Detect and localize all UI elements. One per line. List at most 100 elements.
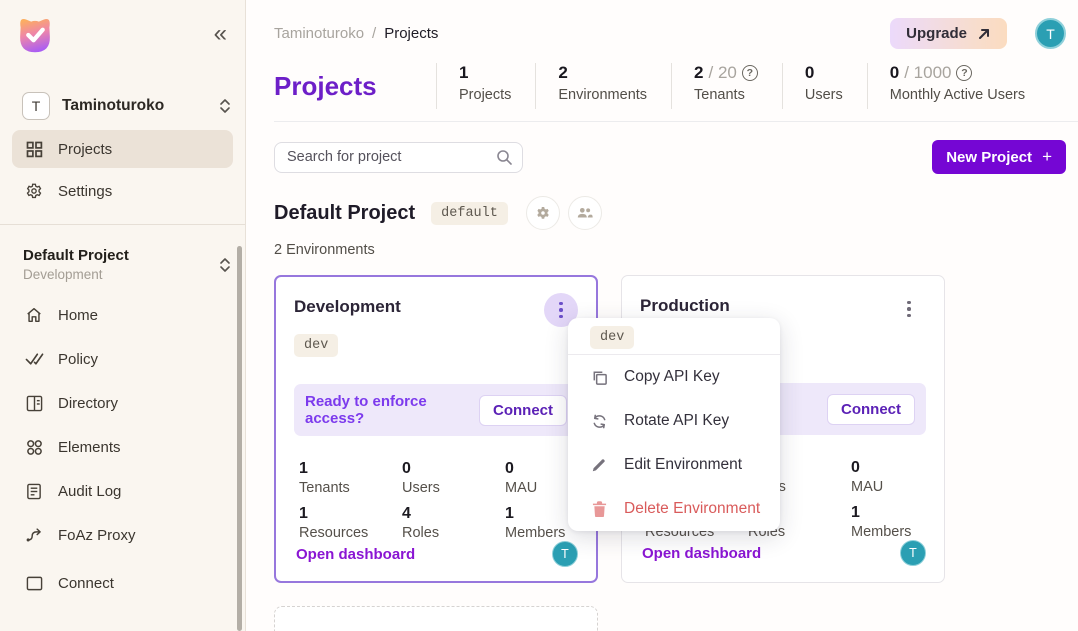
directory-card-icon [24, 393, 44, 413]
stat-tenants: 2 / 20 ? Tenants [671, 63, 782, 109]
sidebar-item-label: Home [58, 307, 98, 324]
open-dashboard-link[interactable]: Open dashboard [296, 546, 415, 563]
home-icon [24, 305, 44, 325]
enforce-access-banner: Ready to enforce access? Connect [294, 384, 578, 436]
sidebar-item-label: Directory [58, 395, 118, 412]
sidebar-item-home[interactable]: Home [12, 294, 233, 336]
user-avatar[interactable]: T [1035, 18, 1066, 49]
workspace-name: Taminoturoko [62, 97, 207, 115]
stat-mau: 0 / 1000 ? Monthly Active Users [867, 63, 1049, 109]
project-key-tag: default [431, 202, 508, 225]
new-project-button[interactable]: New Project + [932, 140, 1066, 174]
copy-icon [589, 367, 609, 387]
double-check-icon [24, 349, 44, 369]
menu-item-label: Edit Environment [624, 456, 742, 474]
sidebar-divider [0, 224, 245, 225]
chevron-updown-icon [219, 257, 231, 273]
plus-icon: + [1042, 147, 1052, 167]
sidebar-collapse-icon[interactable]: « [214, 22, 225, 46]
terminal-icon [24, 573, 44, 593]
elements-circles-icon [24, 437, 44, 457]
stat-cell: 1Tenants [299, 460, 402, 496]
stat-cell: 4Roles [402, 505, 505, 541]
stat-users: 0 Users [782, 63, 867, 109]
search-input[interactable] [274, 142, 523, 173]
connect-button[interactable]: Connect [479, 395, 567, 426]
sidebar-item-label: FoAz Proxy [58, 527, 136, 544]
menu-item-copy-api-key[interactable]: Copy API Key [568, 355, 780, 399]
environment-card-development[interactable]: Development dev Ready to enforce access?… [274, 275, 598, 583]
stat-cell: 1Members [851, 504, 926, 540]
upgrade-label: Upgrade [906, 25, 967, 42]
environment-key-tag: dev [294, 334, 338, 357]
member-avatar[interactable]: T [900, 540, 926, 566]
sidebar-item-connect[interactable]: Connect [12, 562, 233, 604]
project-switcher-name: Default Project [23, 247, 219, 264]
external-arrow-icon [977, 27, 991, 41]
stat-label: Environments [558, 87, 647, 103]
banner-text: Ready to enforce access? [305, 393, 479, 427]
stat-projects: 1 Projects [436, 63, 535, 109]
help-icon[interactable]: ? [956, 65, 972, 81]
sidebar-item-policy[interactable]: Policy [12, 338, 233, 380]
breadcrumb-current: Projects [384, 25, 438, 42]
stats-header: Projects 1 Projects 2 Environments 2 / 2… [274, 63, 1078, 109]
permit-logo-icon [12, 12, 58, 58]
project-settings-button[interactable] [526, 196, 560, 230]
sidebar-item-audit-log[interactable]: Audit Log [12, 470, 233, 512]
open-dashboard-link[interactable]: Open dashboard [642, 545, 761, 562]
kebab-menu-button[interactable] [892, 292, 926, 326]
sidebar-item-label: Policy [58, 351, 98, 368]
environment-count: 2 Environments [274, 242, 1078, 258]
environment-title: Development [294, 297, 401, 317]
stat-label: Users [805, 87, 843, 103]
menu-item-edit-environment[interactable]: Edit Environment [568, 443, 780, 487]
help-icon[interactable]: ? [742, 65, 758, 81]
sidebar-item-elements[interactable]: Elements [12, 426, 233, 468]
connect-button[interactable]: Connect [827, 394, 915, 425]
project-members-button[interactable] [568, 196, 602, 230]
breadcrumb-workspace[interactable]: Taminoturoko [274, 25, 364, 42]
menu-item-label: Delete Environment [624, 500, 760, 518]
sidebar-item-label: Connect [58, 575, 114, 592]
trash-icon [589, 499, 609, 519]
sidebar-scrollbar[interactable] [237, 246, 242, 631]
stat-label: Projects [459, 87, 511, 103]
sidebar-item-settings[interactable]: Settings [12, 172, 233, 210]
chevron-updown-icon [219, 98, 231, 114]
grid-icon [24, 139, 44, 159]
project-switcher-env: Development [23, 267, 219, 282]
new-environment-placeholder[interactable] [274, 606, 598, 631]
stat-value: 2 [558, 63, 567, 83]
stat-label: Monthly Active Users [890, 87, 1025, 103]
upgrade-button[interactable]: Upgrade [890, 18, 1007, 49]
sidebar-item-projects[interactable]: Projects [12, 130, 233, 168]
pencil-icon [589, 455, 609, 475]
projects-toolbar: New Project + [274, 140, 1066, 174]
stat-max: / 1000 [904, 63, 951, 83]
workspace-initial-badge: T [22, 92, 50, 120]
workspace-selector[interactable]: T Taminoturoko [22, 92, 231, 120]
menu-item-delete-environment[interactable]: Delete Environment [568, 487, 780, 531]
project-heading-row: Default Project default [274, 196, 1078, 230]
proxy-route-icon [24, 525, 44, 545]
new-project-label: New Project [946, 149, 1032, 166]
sidebar-item-foaz-proxy[interactable]: FoAz Proxy [12, 514, 233, 556]
member-avatar[interactable]: T [552, 541, 578, 567]
stat-cell: 0Users [402, 460, 505, 496]
menu-item-label: Copy API Key [624, 368, 720, 386]
topbar: Taminoturoko / Projects Upgrade T [274, 0, 1078, 49]
menu-env-tag: dev [590, 326, 634, 349]
environment-stats: 1Tenants 0Users 0MAU 1Resources 4Roles 1… [299, 460, 578, 541]
members-icon [576, 206, 594, 220]
stat-max: / 20 [709, 63, 737, 83]
gear-icon [24, 181, 44, 201]
project-title: Default Project [274, 202, 415, 225]
stat-value: 1 [459, 63, 468, 83]
sidebar-nav: Home Policy Directory [0, 294, 245, 604]
project-switcher[interactable]: Default Project Development [23, 247, 231, 282]
stat-value: 0 [890, 63, 899, 83]
main-content: Taminoturoko / Projects Upgrade T Projec… [246, 0, 1078, 631]
menu-item-rotate-api-key[interactable]: Rotate API Key [568, 399, 780, 443]
sidebar-item-directory[interactable]: Directory [12, 382, 233, 424]
